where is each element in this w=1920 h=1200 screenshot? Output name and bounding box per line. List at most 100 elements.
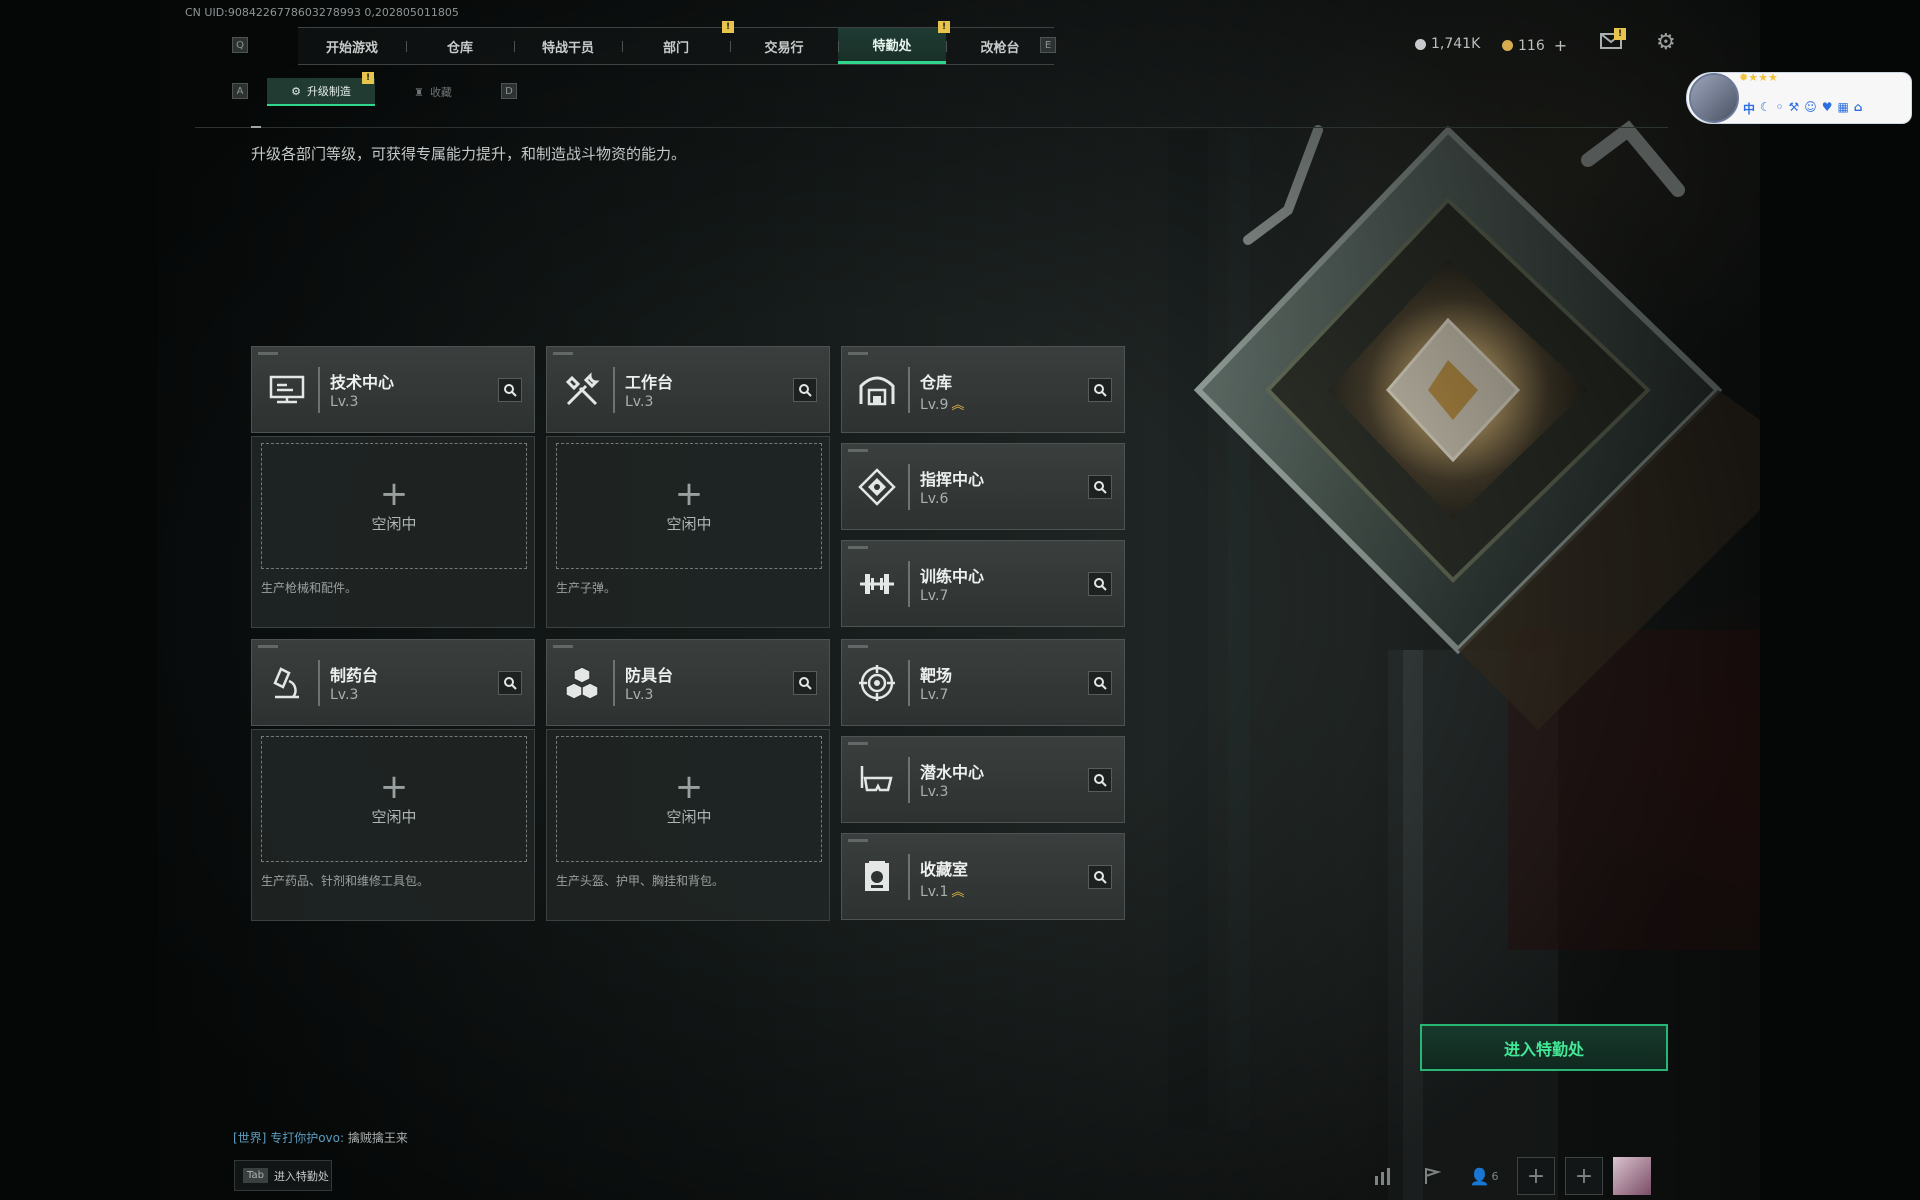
nav-left-key-hint[interactable]: Q [232, 37, 248, 53]
chip-icon [854, 464, 900, 510]
department-card-1[interactable]: 技术中心 Lv.3 [251, 346, 535, 433]
department-level: Lv.6 [920, 491, 948, 507]
ime-icons: 中 ☾ ◦ ⚒ ☺ ♥ ▦ ⌂ [1743, 100, 1862, 117]
dumbbell-icon [854, 561, 900, 607]
tab-4[interactable]: 部门! [622, 21, 734, 64]
card-decoration [258, 645, 278, 648]
search-icon[interactable] [1088, 768, 1112, 792]
stats-icon[interactable] [1365, 1157, 1403, 1195]
tab-2[interactable]: 仓库 [406, 28, 514, 64]
flag-icon[interactable] [1413, 1157, 1451, 1195]
level-text: Lv.6 [920, 491, 949, 507]
ime-lang-toggle[interactable]: 中 [1743, 100, 1755, 117]
production-description: 生产药品、针剂和维修工具包。 [261, 874, 430, 888]
department-card-9[interactable]: 潜水中心 Lv.3 [841, 736, 1125, 823]
card-decoration [553, 352, 573, 355]
collect-tab-label: 收藏 [429, 86, 452, 99]
mail-icon[interactable]: ! [1600, 28, 1626, 49]
search-icon[interactable] [793, 378, 817, 402]
card-decoration [848, 352, 868, 355]
search-icon[interactable] [498, 671, 522, 695]
search-icon[interactable] [1088, 378, 1112, 402]
chat-text: 擒贼擒王来 [347, 1131, 408, 1145]
friends-button[interactable]: 👤 6 [1461, 1157, 1507, 1195]
divider-marker [251, 126, 261, 128]
emoji-icon[interactable]: ☺ [1804, 100, 1817, 117]
card-decoration [848, 449, 868, 452]
subnav-left-key-hint[interactable]: A [232, 83, 248, 99]
tab-1[interactable]: 开始游戏 [298, 28, 406, 64]
slot-status: 空闲中 [371, 514, 417, 533]
tab-label: 交易行 [764, 40, 804, 56]
plus-icon: + [1526, 1163, 1546, 1189]
warehouse-icon [854, 367, 900, 413]
tab-label: 特战干员 [541, 40, 594, 56]
department-name: 防具台 [625, 666, 674, 685]
friends-count: 6 [1491, 1169, 1499, 1183]
department-name: 工作台 [625, 373, 674, 392]
moon-icon[interactable]: ☾ [1760, 100, 1771, 117]
department-card-10[interactable]: 收藏室 Lv.1 ︽ [841, 833, 1125, 920]
settings-gear-icon[interactable]: ⚙ [1656, 32, 1678, 54]
enter-special-ops-button[interactable]: 进入特勤处 [1420, 1024, 1668, 1071]
card-decoration [848, 742, 868, 745]
level-text: Lv.3 [625, 687, 654, 703]
department-name: 制药台 [330, 666, 379, 685]
gold-coin-icon [1502, 40, 1513, 51]
department-card-6[interactable]: 制药台 Lv.3 [251, 639, 535, 726]
upgrade-arrow-icon: ︽ [951, 885, 965, 900]
upgrade-tab-icon: ⚙ [291, 84, 301, 98]
ime-stars: ✹★★★ [1739, 71, 1778, 84]
department-name: 训练中心 [920, 567, 985, 586]
grid-icon[interactable]: ▦ [1838, 100, 1849, 117]
level-text: Lv.3 [330, 394, 359, 410]
department-card-2[interactable]: 工作台 Lv.3 [546, 346, 830, 433]
department-card-3[interactable]: 仓库 Lv.9 ︽ [841, 346, 1125, 433]
card-separator [318, 367, 320, 413]
production-panel-1: + 空闲中 生产枪械和配件。 [251, 436, 535, 628]
department-level: Lv.3 [625, 394, 653, 410]
nav-right-key-hint[interactable]: E [1040, 37, 1056, 53]
production-slot[interactable]: + 空闲中 [556, 443, 822, 569]
subnav-right-key-hint[interactable]: D [501, 83, 517, 99]
lock-icon[interactable]: ⌂ [1854, 100, 1863, 117]
tab-label: 开始游戏 [325, 40, 378, 56]
tab-6[interactable]: 特勤处! [838, 21, 950, 64]
tab-hint[interactable]: Tab 进入特勤处 [234, 1160, 332, 1191]
card-decoration [848, 546, 868, 549]
ime-avatar[interactable] [1689, 73, 1739, 123]
production-slot[interactable]: + 空闲中 [261, 443, 527, 569]
player-avatar[interactable] [1613, 1157, 1651, 1195]
search-icon[interactable] [1088, 475, 1112, 499]
department-card-4[interactable]: 指挥中心 Lv.6 [841, 443, 1125, 530]
search-icon[interactable] [1088, 865, 1112, 889]
search-icon[interactable] [793, 671, 817, 695]
tab-3[interactable]: 特战干员 [514, 28, 622, 64]
tools-icon [559, 367, 605, 413]
search-icon[interactable] [1088, 671, 1112, 695]
tab-collect[interactable]: ♜ 收藏 [385, 78, 481, 106]
add-slot-button-1[interactable]: + [1517, 1157, 1555, 1195]
search-icon[interactable] [498, 378, 522, 402]
tab-7[interactable]: 改枪台 [946, 28, 1054, 64]
add-gold-button[interactable]: + [1554, 36, 1567, 55]
department-level: Lv.3 [920, 784, 948, 800]
search-icon[interactable] [1088, 572, 1112, 596]
microscope-icon [264, 660, 310, 706]
punctuation-icon[interactable]: ◦ [1776, 100, 1784, 117]
production-slot[interactable]: + 空闲中 [261, 736, 527, 862]
department-card-8[interactable]: 靶场 Lv.7 [841, 639, 1125, 726]
skin-icon[interactable]: ♥ [1822, 100, 1833, 117]
department-name: 收藏室 [920, 860, 969, 879]
department-name: 技术中心 [330, 373, 395, 392]
level-text: Lv.7 [920, 687, 949, 703]
add-slot-button-2[interactable]: + [1565, 1157, 1603, 1195]
department-card-5[interactable]: 训练中心 Lv.7 [841, 540, 1125, 627]
production-slot[interactable]: + 空闲中 [556, 736, 822, 862]
tab-5[interactable]: 交易行 [730, 28, 838, 64]
level-text: Lv.3 [330, 687, 359, 703]
chat-message[interactable]: [世界] 专打你护ovo: 擒贼擒王来 [233, 1129, 408, 1146]
department-card-7[interactable]: 防具台 Lv.3 [546, 639, 830, 726]
wrench-icon[interactable]: ⚒ [1788, 100, 1799, 117]
tab-upgrade-production[interactable]: ⚙ 升级制造 ! [267, 72, 375, 106]
